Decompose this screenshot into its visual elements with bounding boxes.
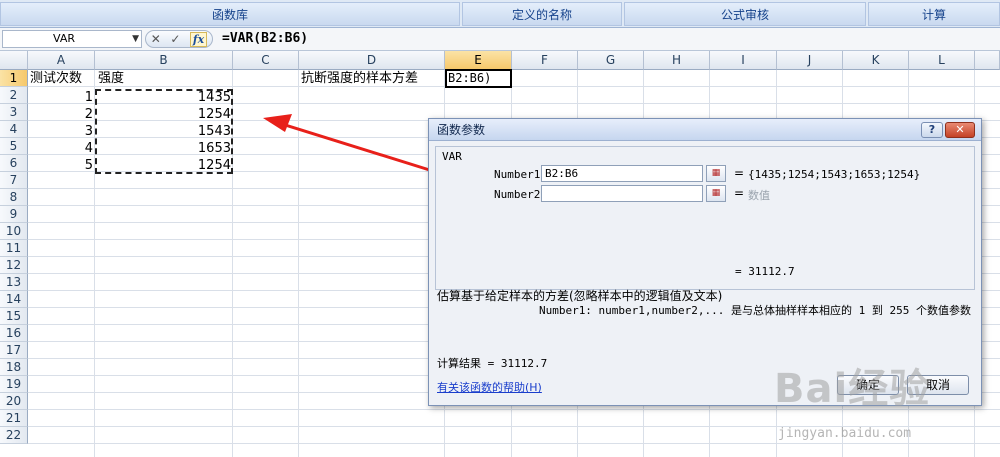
cell-A1[interactable]: 测试次数 (30, 70, 82, 87)
cell-A6[interactable]: 5 (28, 157, 95, 174)
arg-number2-result: 数值 (748, 190, 770, 202)
watermark-url: jingyan.baidu.com (778, 426, 912, 441)
column-header-H[interactable]: H (644, 51, 710, 70)
column-header-F[interactable]: F (512, 51, 578, 70)
row-header-13[interactable]: 13 (0, 274, 28, 291)
arguments-panel: VAR Number1 B2:B6 ▦ = {1435;1254;1543;16… (435, 146, 975, 290)
arg-number2-label: Number2 (494, 188, 541, 201)
watermark-logo: Bai经验 (774, 366, 931, 412)
cell-A4[interactable]: 3 (28, 123, 95, 140)
cell-A3[interactable]: 2 (28, 106, 95, 123)
arg-number2-equals: = (734, 186, 745, 200)
row-header-16[interactable]: 16 (0, 325, 28, 342)
gridline-vertical (298, 70, 299, 457)
dialog-title: 函数参数 (437, 123, 486, 137)
cell-D1[interactable]: 抗断强度的样本方差 (301, 70, 418, 87)
row-header-14[interactable]: 14 (0, 291, 28, 308)
select-all-corner[interactable] (0, 51, 28, 70)
formula-preview: = 31112.7 (735, 265, 795, 278)
arg-number1-label: Number1 (494, 168, 541, 181)
row-header-1[interactable]: 1 (0, 70, 28, 87)
formula-buttons: ✕ ✓ fx (145, 30, 213, 48)
row-header-6[interactable]: 6 (0, 155, 28, 172)
row-header-19[interactable]: 19 (0, 376, 28, 393)
arg-number1-input[interactable]: B2:B6 (541, 165, 703, 182)
cell-A5[interactable]: 4 (28, 140, 95, 157)
enter-formula-icon[interactable]: ✓ (170, 32, 180, 46)
chevron-down-icon[interactable]: ▼ (132, 31, 139, 47)
close-button[interactable]: ✕ (945, 122, 975, 138)
row-header-9[interactable]: 9 (0, 206, 28, 223)
function-name: VAR (442, 150, 462, 163)
row-header-5[interactable]: 5 (0, 138, 28, 155)
column-header-A[interactable]: A (28, 51, 95, 70)
formula-input[interactable]: =VAR(B2:B6) (222, 31, 308, 46)
row-header-17[interactable]: 17 (0, 342, 28, 359)
cell-A2[interactable]: 1 (28, 89, 95, 106)
column-header-D[interactable]: D (299, 51, 445, 70)
row-header-21[interactable]: 21 (0, 410, 28, 427)
row-header-12[interactable]: 12 (0, 257, 28, 274)
row-header-15[interactable]: 15 (0, 308, 28, 325)
help-button[interactable]: ? (921, 122, 943, 138)
gridline-horizontal (28, 86, 1000, 87)
row-header-8[interactable]: 8 (0, 189, 28, 206)
dialog-title-bar[interactable]: 函数参数 (429, 119, 981, 141)
row-header-7[interactable]: 7 (0, 172, 28, 189)
column-header-L[interactable]: L (909, 51, 975, 70)
column-header-K[interactable]: K (843, 51, 909, 70)
arg-number1-result: {1435;1254;1543;1653;1254} (748, 168, 921, 181)
arg-number1-equals: = (734, 166, 745, 180)
ribbon-group-calculation[interactable]: 计算 (868, 2, 1000, 26)
arg-number2-input[interactable] (541, 185, 703, 202)
row-header-18[interactable]: 18 (0, 359, 28, 376)
row-header-22[interactable]: 22 (0, 427, 28, 444)
column-header-G[interactable]: G (578, 51, 644, 70)
ribbon-group-defined-names[interactable]: 定义的名称 (462, 2, 622, 26)
name-box-value: VAR (53, 32, 75, 45)
row-header-4[interactable]: 4 (0, 121, 28, 138)
ribbon-group-bar: 函数库 定义的名称 公式审核 计算 (0, 0, 1000, 28)
column-header-C[interactable]: C (233, 51, 299, 70)
column-header-B[interactable]: B (95, 51, 233, 70)
column-header-filler (975, 51, 1000, 70)
ribbon-group-function-library[interactable]: 函数库 (0, 2, 460, 26)
function-help-link[interactable]: 有关该函数的帮助(H) (437, 379, 542, 395)
baidu-watermark: Bai经验 jingyan.baidu.com (774, 348, 994, 452)
active-cell-text: B2:B6) (448, 71, 492, 85)
copy-marquee (95, 89, 233, 174)
formula-bar: VAR ▼ ✕ ✓ fx =VAR(B2:B6) (0, 28, 1000, 51)
argument-help: Number1: number1,number2,... 是与总体抽样样本相应的… (538, 304, 971, 317)
row-header-10[interactable]: 10 (0, 223, 28, 240)
column-header-E[interactable]: E (445, 51, 512, 70)
column-header-I[interactable]: I (710, 51, 777, 70)
ribbon-group-formula-auditing[interactable]: 公式审核 (624, 2, 866, 26)
formula-result: 计算结果 = 31112.7 (437, 357, 548, 370)
collapse-dialog-icon[interactable]: ▦ (706, 165, 726, 182)
collapse-dialog-icon[interactable]: ▦ (706, 185, 726, 202)
column-header-J[interactable]: J (777, 51, 843, 70)
row-header-3[interactable]: 3 (0, 104, 28, 121)
row-header-2[interactable]: 2 (0, 87, 28, 104)
name-box[interactable]: VAR ▼ (2, 30, 142, 48)
cell-B1[interactable]: 强度 (98, 70, 124, 87)
insert-function-icon[interactable]: fx (189, 31, 208, 47)
cancel-formula-icon[interactable]: ✕ (151, 32, 161, 46)
row-header-20[interactable]: 20 (0, 393, 28, 410)
row-header-11[interactable]: 11 (0, 240, 28, 257)
